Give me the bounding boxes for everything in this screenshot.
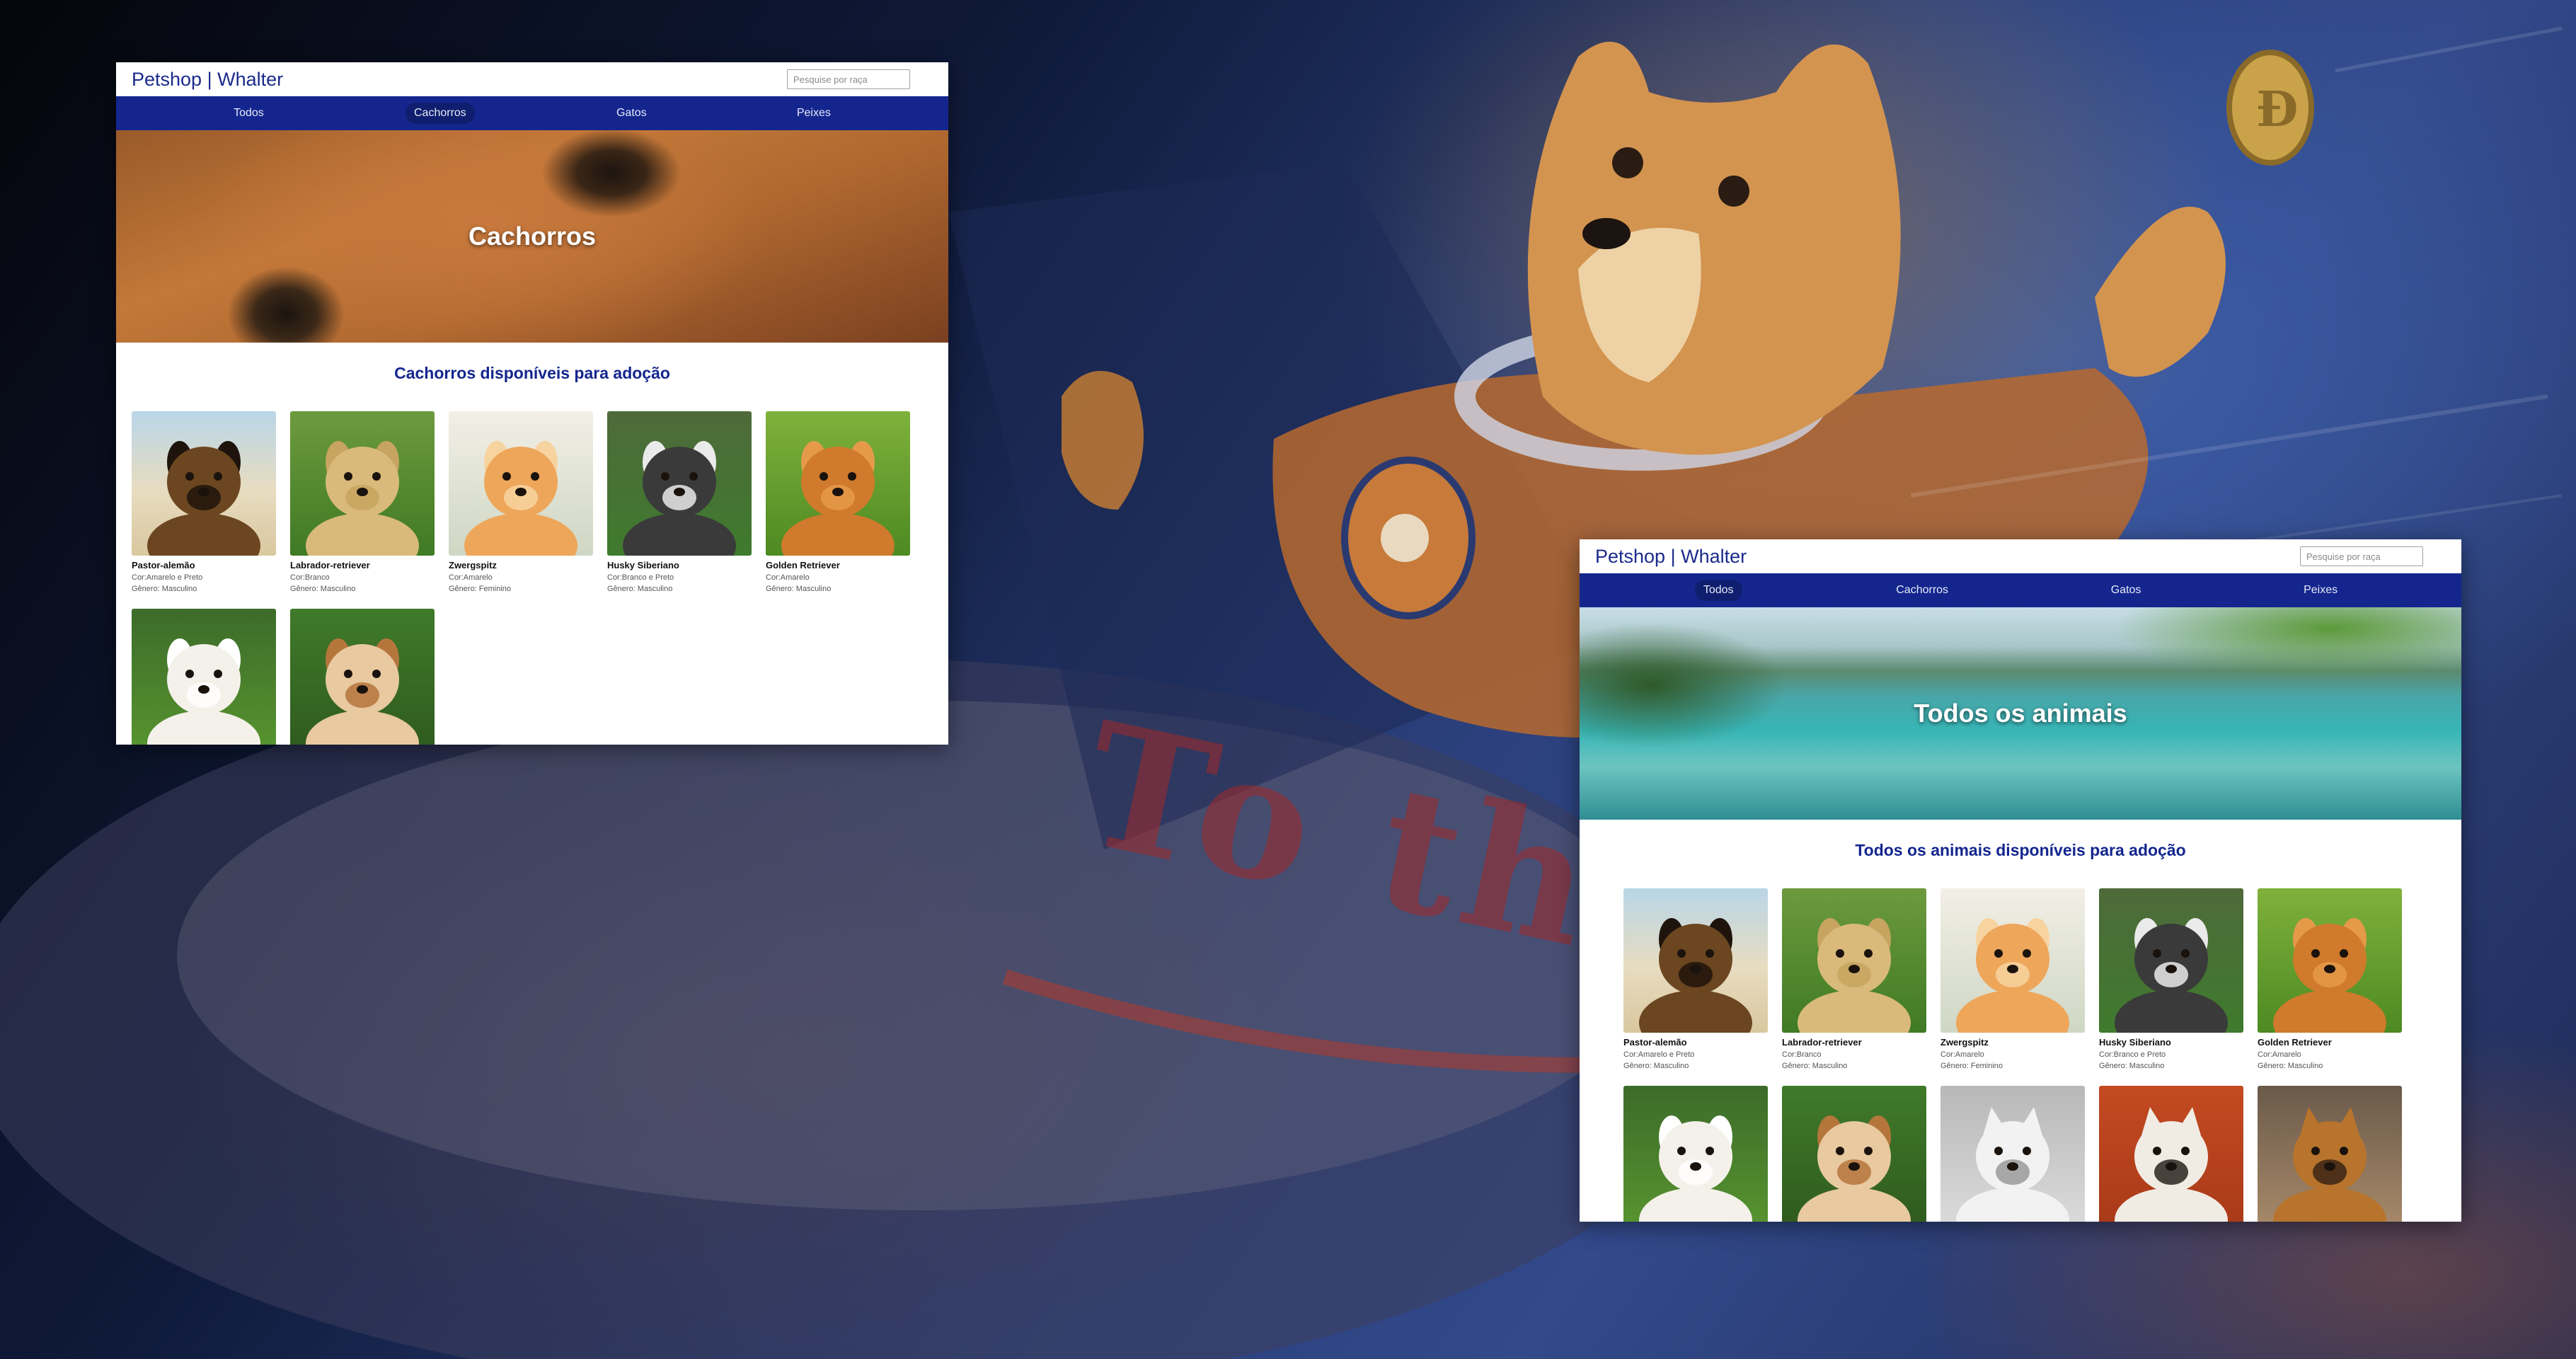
animal-card[interactable] <box>1940 1086 2085 1222</box>
labrador-photo[interactable] <box>290 411 435 556</box>
animal-name: Pastor-alemão <box>1623 1037 1687 1048</box>
section-title: Cachorros disponíveis para adoção <box>394 364 670 382</box>
hero-banner: Todos os animais <box>1580 607 2461 820</box>
animal-gender: Gênero: Masculino <box>766 585 832 593</box>
animal-card[interactable] <box>1782 1086 1926 1222</box>
animal-gender: Gênero: Masculino <box>1623 1062 1689 1070</box>
animal-gender: Gênero: Masculino <box>1782 1062 1848 1070</box>
animal-color: Cor:Branco e Preto <box>2099 1050 2166 1059</box>
nav-tab-todos[interactable]: Todos <box>1694 580 1742 601</box>
labrador-photo[interactable] <box>1782 888 1926 1033</box>
animal-name: Golden Retriever <box>766 560 840 570</box>
animal-card[interactable]: Pastor-alemão Cor:Amarelo e Preto Gênero: … <box>1623 888 1768 1070</box>
animal-card[interactable] <box>132 609 276 745</box>
animal-name: Zwergspitz <box>1940 1037 1989 1048</box>
animal-gender: Gênero: Feminino <box>449 585 512 593</box>
brand-logo[interactable]: Petshop | Whalter <box>132 69 283 91</box>
top-header: Petshop | Whalter <box>116 62 948 96</box>
hero-title: Todos os animais <box>1914 699 2127 728</box>
animal-card[interactable]: Husky Siberiano Cor:Branco e Preto Gênero:… <box>607 411 752 593</box>
german-shepherd-photo[interactable] <box>132 411 276 556</box>
animal-color: Cor:Amarelo <box>2258 1050 2301 1059</box>
animal-color: Cor:Branco <box>290 573 330 582</box>
animal-gender: Gênero: Masculino <box>290 585 356 593</box>
animal-name: Husky Siberiano <box>2099 1037 2171 1048</box>
nav-tab-gatos[interactable]: Gatos <box>608 103 655 124</box>
poodle-photo[interactable] <box>132 609 276 745</box>
animal-gender: Gênero: Masculino <box>607 585 673 593</box>
animal-name: Labrador-retriever <box>290 560 370 570</box>
animal-card[interactable]: Husky Siberiano Cor:Branco e Preto Gênero:… <box>2099 888 2243 1070</box>
golden-retriever-photo[interactable] <box>766 411 910 556</box>
animal-color: Cor:Branco <box>1782 1050 1822 1059</box>
top-header: Petshop | Whalter <box>1580 539 2461 573</box>
animal-gender: Gênero: Masculino <box>132 585 197 593</box>
category-nav: Todos Cachorros Gatos Peixes <box>116 96 948 130</box>
german-shepherd-photo[interactable] <box>1623 888 1768 1033</box>
animal-color: Cor:Amarelo <box>449 573 493 582</box>
bulldog-photo[interactable] <box>290 609 435 745</box>
petshop-window-cachorros: Petshop | Whalter Todos Cachorros Gatos … <box>116 62 948 745</box>
animal-card[interactable]: Zwergspitz Cor:Amarelo Gênero: Feminino <box>449 411 593 593</box>
animal-card[interactable]: Zwergspitz Cor:Amarelo Gênero: Feminino <box>1940 888 2085 1070</box>
nav-tab-cachorros[interactable]: Cachorros <box>1887 580 1957 601</box>
animal-card[interactable]: Labrador-retriever Cor:Branco Gênero: Masc… <box>1782 888 1926 1070</box>
animal-gender: Gênero: Masculino <box>2258 1062 2323 1070</box>
animal-card[interactable] <box>1623 1086 1768 1222</box>
animal-name: Husky Siberiano <box>607 560 679 570</box>
section-title: Todos os animais disponíveis para adoção <box>1855 841 2186 859</box>
bengal-cat-photo[interactable] <box>2258 1086 2402 1222</box>
animal-grid: Pastor-alemão Cor:Amarelo e Preto Gênero: … <box>116 411 948 745</box>
animal-name: Zwergspitz <box>449 560 497 570</box>
pomeranian-photo[interactable] <box>1940 888 2085 1033</box>
golden-retriever-photo[interactable] <box>2258 888 2402 1033</box>
animal-name: Pastor-alemão <box>132 560 195 570</box>
brand-logo[interactable]: Petshop | Whalter <box>1595 546 1747 568</box>
persian-cat-photo[interactable] <box>1940 1086 2085 1222</box>
animal-name: Labrador-retriever <box>1782 1037 1862 1048</box>
animal-color: Cor:Branco e Preto <box>607 573 674 582</box>
breed-search-input[interactable] <box>787 69 910 89</box>
nav-tab-todos[interactable]: Todos <box>225 103 272 124</box>
animal-card[interactable] <box>2258 1086 2402 1222</box>
hero-title: Cachorros <box>468 222 597 251</box>
nav-tab-peixes[interactable]: Peixes <box>2295 580 2346 601</box>
animal-card[interactable] <box>2099 1086 2243 1222</box>
pomeranian-photo[interactable] <box>449 411 593 556</box>
animal-gender: Gênero: Masculino <box>2099 1062 2165 1070</box>
animal-card[interactable]: Labrador-retriever Cor:Branco Gênero: Masc… <box>290 411 435 593</box>
husky-photo[interactable] <box>607 411 752 556</box>
svg-text:Ð: Ð <box>2256 81 2298 138</box>
animal-card[interactable]: Golden Retriever Cor:Amarelo Gênero: Mascu… <box>766 411 910 593</box>
animal-grid: Pastor-alemão Cor:Amarelo e Preto Gênero: … <box>1580 888 2461 1222</box>
hero-banner: Cachorros <box>116 130 948 343</box>
breed-search-input[interactable] <box>2300 546 2423 566</box>
petshop-window-todos: Petshop | Whalter Todos Cachorros Gatos … <box>1580 539 2461 1222</box>
animal-card[interactable] <box>290 609 435 745</box>
animal-color: Cor:Amarelo e Preto <box>1623 1050 1695 1059</box>
animal-card[interactable]: Pastor-alemão Cor:Amarelo e Preto Gênero: … <box>132 411 276 593</box>
animal-color: Cor:Amarelo <box>1940 1050 1984 1059</box>
animal-gender: Gênero: Feminino <box>1940 1062 2003 1070</box>
nav-tab-peixes[interactable]: Peixes <box>788 103 839 124</box>
poodle-photo[interactable] <box>1623 1086 1768 1222</box>
animal-color: Cor:Amarelo <box>766 573 810 582</box>
nav-tab-cachorros[interactable]: Cachorros <box>405 103 475 124</box>
animal-name: Golden Retriever <box>2258 1037 2332 1048</box>
husky-photo[interactable] <box>2099 888 2243 1033</box>
animal-card[interactable]: Golden Retriever Cor:Amarelo Gênero: Mascu… <box>2258 888 2402 1070</box>
bulldog-photo[interactable] <box>1782 1086 1926 1222</box>
category-nav: Todos Cachorros Gatos Peixes <box>1580 573 2461 607</box>
nav-tab-gatos[interactable]: Gatos <box>2103 580 2150 601</box>
calico-cat-photo[interactable] <box>2099 1086 2243 1222</box>
animal-color: Cor:Amarelo e Preto <box>132 573 203 582</box>
